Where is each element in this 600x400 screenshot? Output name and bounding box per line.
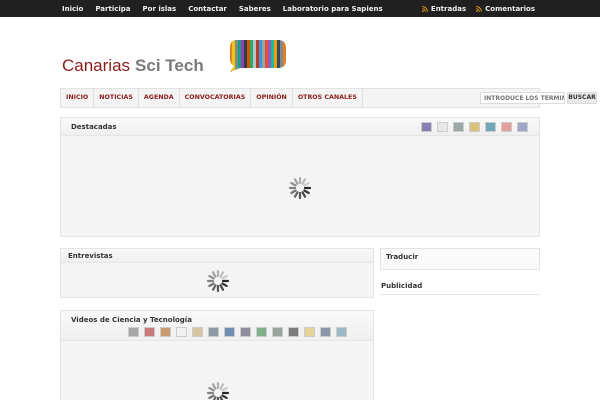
entrevistas-title: Entrevistas <box>68 252 113 260</box>
feed-entradas-label: Entradas <box>430 4 467 13</box>
thumbnail[interactable] <box>320 327 331 337</box>
thumbnail[interactable] <box>256 327 267 337</box>
entrevistas-panel: Entrevistas <box>60 248 374 298</box>
logo-text-canarias: Canarias <box>62 56 131 75</box>
destacadas-panel: Destacadas <box>60 117 540 237</box>
entrevistas-header: Entrevistas <box>61 249 373 263</box>
thumbnail[interactable] <box>208 327 219 337</box>
thumbnail[interactable] <box>469 122 480 132</box>
feed-entradas[interactable]: Entradas <box>421 4 467 13</box>
publicidad-divider <box>380 294 540 295</box>
search-button[interactable]: BUSCAR <box>567 92 597 104</box>
destacadas-header: Destacadas <box>61 118 539 136</box>
topnav-por-islas[interactable]: Por islas <box>143 5 177 13</box>
thumbnail[interactable] <box>304 327 315 337</box>
site-logo[interactable]: Canarias Sci Tech <box>62 40 286 75</box>
thumbnail[interactable] <box>453 122 464 132</box>
search-input[interactable] <box>480 92 565 104</box>
thumbnail[interactable] <box>517 122 528 132</box>
loading-spinner-icon <box>206 269 230 293</box>
topnav-inicio[interactable]: Inicio <box>62 5 83 13</box>
thumbnail[interactable] <box>288 327 299 337</box>
topnav-laboratorio[interactable]: Laboratorio para Sapiens <box>283 5 383 13</box>
loading-spinner-icon <box>288 176 312 200</box>
videos-header: Videos de Ciencia y Tecnología <box>61 311 373 341</box>
top-nav: Inicio Participa Por islas Contactar Sab… <box>62 0 395 17</box>
thumbnail[interactable] <box>176 327 187 337</box>
videos-title: Videos de Ciencia y Tecnología <box>71 316 192 324</box>
loading-spinner-icon <box>206 381 230 400</box>
traducir-title: Traducir <box>386 253 419 261</box>
videos-thumbnails <box>123 327 347 337</box>
thumbnail[interactable] <box>485 122 496 132</box>
thumbnail[interactable] <box>336 327 347 337</box>
nav-agenda[interactable]: AGENDA <box>139 89 180 107</box>
thumbnail[interactable] <box>192 327 203 337</box>
publicidad-title: Publicidad <box>381 282 423 290</box>
nav-noticias[interactable]: NOTICIAS <box>94 89 139 107</box>
nav-inicio[interactable]: INICIO <box>61 89 95 107</box>
destacadas-thumbnails <box>416 122 528 132</box>
topnav-contactar[interactable]: Contactar <box>188 5 227 13</box>
thumbnail[interactable] <box>224 327 235 337</box>
feed-comentarios-label: Comentarios <box>485 4 535 13</box>
thumbnail[interactable] <box>421 122 432 132</box>
topnav-saberes[interactable]: Saberes <box>239 5 271 13</box>
thumbnail[interactable] <box>128 327 139 337</box>
thumbnail[interactable] <box>160 327 171 337</box>
thumbnail[interactable] <box>501 122 512 132</box>
rss-icon <box>476 5 482 12</box>
nav-opinion[interactable]: OPINIÓN <box>251 89 293 107</box>
nav-otros-canales[interactable]: OTROS CANALES <box>293 89 363 107</box>
feed-comentarios[interactable]: Comentarios <box>476 5 535 13</box>
logo-speech-bubble-icon <box>230 40 286 72</box>
traducir-widget: Traducir <box>380 248 540 270</box>
videos-panel: Videos de Ciencia y Tecnología <box>60 310 374 400</box>
thumbnail[interactable] <box>272 327 283 337</box>
thumbnail[interactable] <box>437 122 448 132</box>
thumbnail[interactable] <box>240 327 251 337</box>
destacadas-title: Destacadas <box>71 123 117 131</box>
rss-icon <box>421 5 428 12</box>
main-nav: INICIO NOTICIAS AGENDA CONVOCATORIAS OPI… <box>60 88 597 108</box>
topnav-participa[interactable]: Participa <box>95 5 130 13</box>
nav-convocatorias[interactable]: CONVOCATORIAS <box>180 89 252 107</box>
feed-links: Entradas Comentarios <box>412 0 535 17</box>
logo-text-scitech: Sci Tech <box>135 56 204 75</box>
top-bar: Inicio Participa Por islas Contactar Sab… <box>0 0 600 17</box>
thumbnail[interactable] <box>144 327 155 337</box>
main-nav-items: INICIO NOTICIAS AGENDA CONVOCATORIAS OPI… <box>61 89 363 107</box>
